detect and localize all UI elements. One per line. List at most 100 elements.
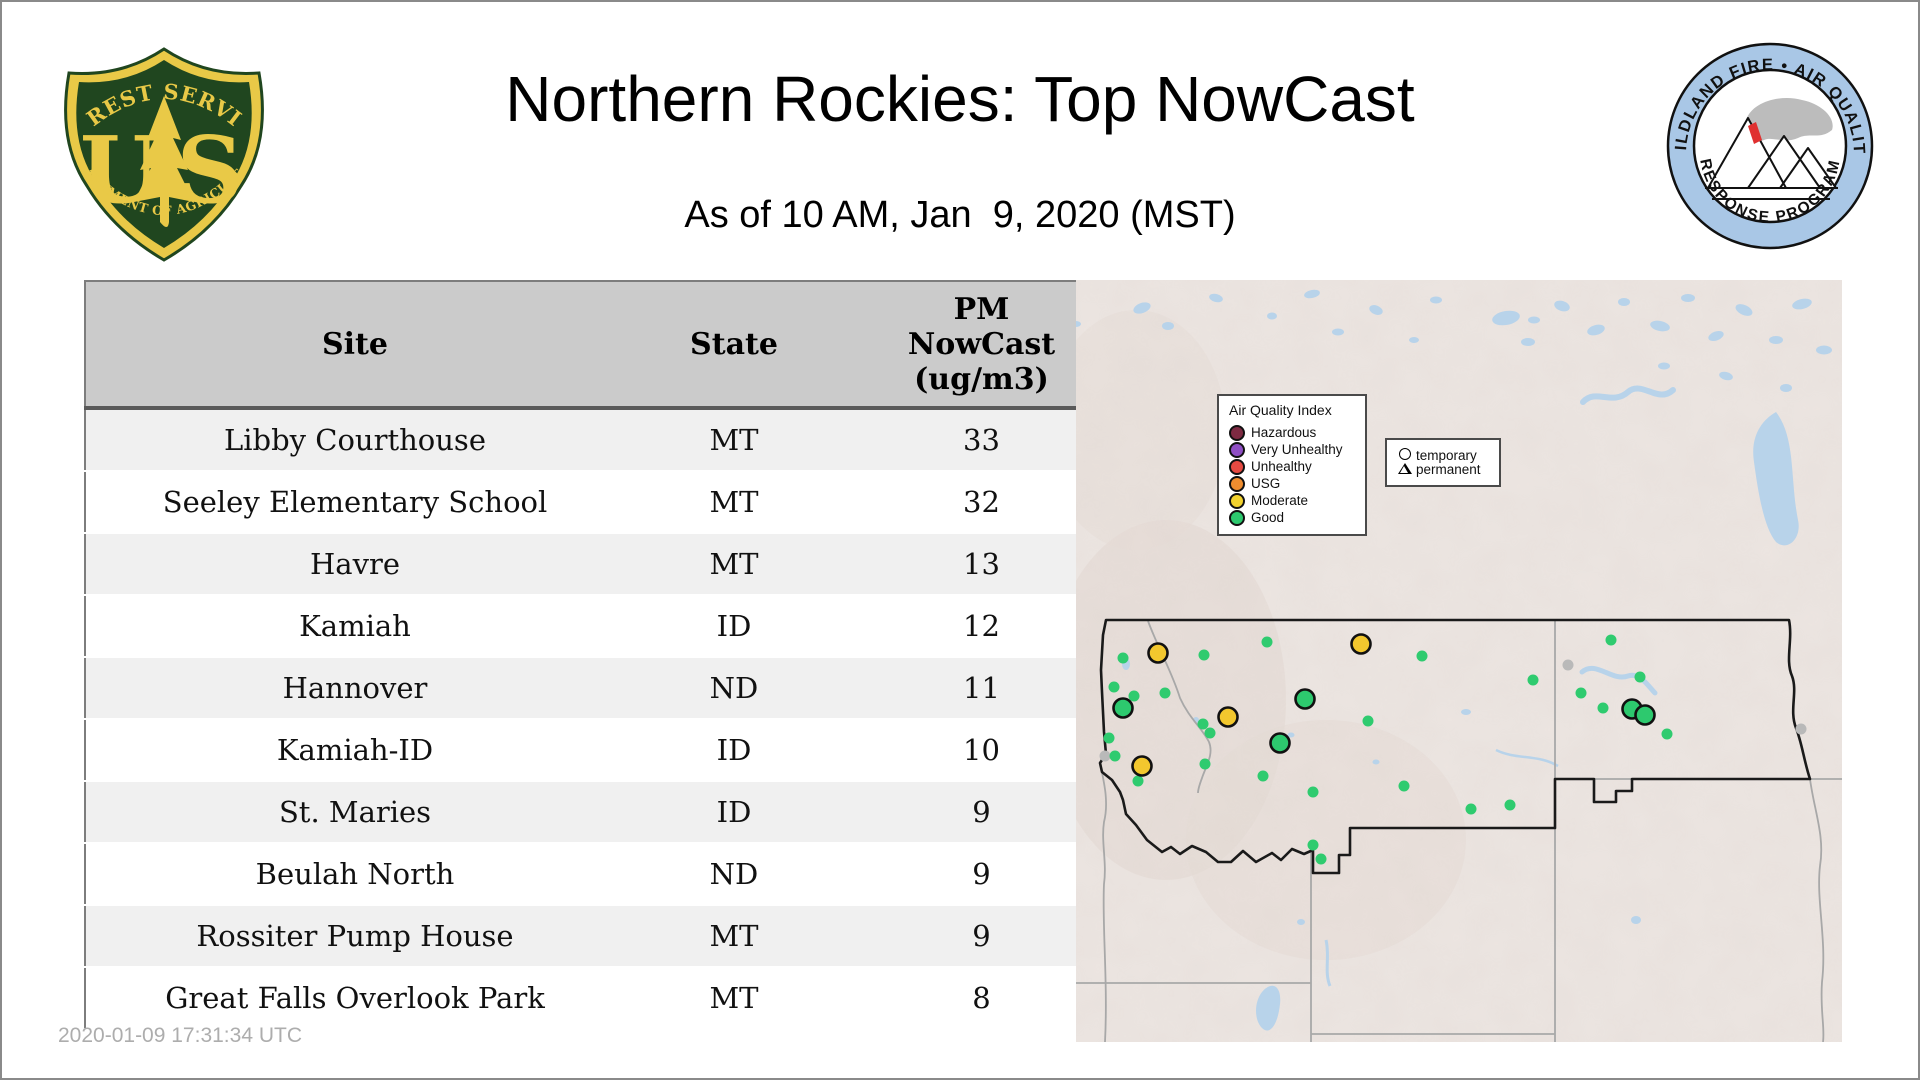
table-row: Beulah North ND 9 bbox=[85, 843, 1120, 906]
monitor-marker bbox=[1605, 634, 1617, 646]
table-cell: St. Maries bbox=[85, 781, 624, 844]
monitor-marker bbox=[1197, 718, 1209, 730]
permanent-triangle-icon bbox=[1397, 463, 1412, 477]
aqi-color-dot bbox=[1229, 475, 1245, 492]
table-cell: Great Falls Overlook Park bbox=[85, 967, 624, 1030]
monitor-type-legend: temporary permanent bbox=[1385, 438, 1501, 487]
table-row: Kamiah-ID ID 10 bbox=[85, 719, 1120, 782]
monitor-marker bbox=[1217, 706, 1239, 728]
map-canvas bbox=[1076, 280, 1842, 1042]
monitor-marker bbox=[1109, 750, 1121, 762]
aqi-legend-item: Very Unhealthy bbox=[1229, 441, 1357, 458]
table-cell: Rossiter Pump House bbox=[85, 905, 624, 968]
table-cell: Libby Courthouse bbox=[85, 408, 624, 472]
table-cell: MT bbox=[624, 967, 844, 1030]
monitor-marker bbox=[1661, 728, 1673, 740]
monitor-marker bbox=[1199, 758, 1211, 770]
aqi-legend-item: Moderate bbox=[1229, 492, 1357, 509]
table-cell: MT bbox=[624, 533, 844, 596]
table-cell: ID bbox=[624, 595, 844, 658]
table-cell: Hannover bbox=[85, 657, 624, 720]
legend-item-temporary: temporary bbox=[1397, 448, 1493, 463]
aqi-color-dot bbox=[1229, 458, 1245, 475]
monitor-marker bbox=[1159, 687, 1171, 699]
temporary-circle-icon bbox=[1397, 448, 1412, 463]
table-row: Kamiah ID 12 bbox=[85, 595, 1120, 658]
monitor-marker bbox=[1795, 723, 1807, 735]
table-cell: ID bbox=[624, 781, 844, 844]
monitor-marker bbox=[1315, 853, 1327, 865]
monitor-marker bbox=[1307, 786, 1319, 798]
table-row: St. Maries ID 9 bbox=[85, 781, 1120, 844]
aqi-legend-title: Air Quality Index bbox=[1229, 402, 1332, 418]
monitor-marker bbox=[1362, 715, 1374, 727]
aqi-legend: Air Quality Index Hazardous Very Unhealth… bbox=[1217, 394, 1367, 536]
aqi-legend-label: Good bbox=[1251, 510, 1285, 525]
aqi-legend-item: Hazardous bbox=[1229, 424, 1357, 441]
table-cell: Havre bbox=[85, 533, 624, 596]
monitor-marker bbox=[1575, 687, 1587, 699]
monitor-marker bbox=[1269, 732, 1291, 754]
table-row: Seeley Elementary School MT 32 bbox=[85, 471, 1120, 534]
monitor-marker bbox=[1131, 755, 1153, 777]
monitor-marker bbox=[1398, 780, 1410, 792]
aqi-color-dot bbox=[1229, 441, 1245, 458]
table-row: Havre MT 13 bbox=[85, 533, 1120, 596]
generated-timestamp: 2020-01-09 17:31:34 UTC bbox=[58, 1024, 302, 1047]
table-cell: Kamiah bbox=[85, 595, 624, 658]
table-row: Hannover ND 11 bbox=[85, 657, 1120, 720]
monitor-marker bbox=[1307, 839, 1319, 851]
nowcast-table: Site State PM NowCast (ug/m3) Libby Courth… bbox=[84, 280, 1121, 1030]
aqi-legend-label: Very Unhealthy bbox=[1251, 442, 1343, 457]
table-cell: MT bbox=[624, 408, 844, 472]
monitor-marker bbox=[1416, 650, 1428, 662]
column-header-site: Site bbox=[85, 281, 624, 410]
table-cell: MT bbox=[624, 905, 844, 968]
monitor-marker bbox=[1108, 681, 1120, 693]
legend-label: temporary bbox=[1416, 447, 1477, 463]
monitor-marker bbox=[1504, 799, 1516, 811]
monitor-marker bbox=[1261, 636, 1273, 648]
aqi-legend-item: Unhealthy bbox=[1229, 458, 1357, 475]
monitor-marker bbox=[1099, 750, 1111, 762]
monitor-marker bbox=[1147, 642, 1169, 664]
report-page: FOREST SERVICE U S DEPARTMENT OF AGRICUL… bbox=[0, 0, 1920, 1080]
monitor-marker bbox=[1597, 702, 1609, 714]
legend-label: permanent bbox=[1416, 462, 1481, 477]
monitor-marker bbox=[1465, 803, 1477, 815]
aqi-legend-label: Hazardous bbox=[1251, 425, 1317, 440]
legend-item-permanent: permanent bbox=[1397, 463, 1493, 477]
monitor-marker bbox=[1198, 649, 1210, 661]
aqi-legend-item: Good bbox=[1229, 509, 1357, 526]
monitor-marker bbox=[1204, 727, 1216, 739]
page-subtitle: As of 10 AM, Jan 9, 2020 (MST) bbox=[684, 194, 1236, 236]
table-cell: Kamiah-ID bbox=[85, 719, 624, 782]
table-row: Libby Courthouse MT 33 bbox=[85, 408, 1120, 472]
monitor-marker bbox=[1634, 671, 1646, 683]
monitor-marker bbox=[1350, 633, 1372, 655]
table-row: Great Falls Overlook Park MT 8 bbox=[85, 967, 1120, 1030]
table-cell: MT bbox=[624, 471, 844, 534]
aqi-legend-item: USG bbox=[1229, 475, 1357, 492]
page-title: Northern Rockies: Top NowCast bbox=[505, 63, 1415, 135]
aqi-color-dot bbox=[1229, 424, 1245, 441]
aqi-legend-label: USG bbox=[1251, 476, 1281, 491]
monitor-marker bbox=[1112, 697, 1134, 719]
table-cell: ID bbox=[624, 719, 844, 782]
monitor-marker bbox=[1294, 688, 1316, 710]
table-cell: ND bbox=[624, 843, 844, 906]
monitor-marker bbox=[1117, 652, 1129, 664]
monitor-marker bbox=[1103, 732, 1115, 744]
monitor-marker bbox=[1128, 690, 1140, 702]
monitor-marker bbox=[1527, 674, 1539, 686]
table-cell: Seeley Elementary School bbox=[85, 471, 624, 534]
table-header-row: Site State PM NowCast (ug/m3) bbox=[85, 281, 1120, 410]
aqi-legend-label: Unhealthy bbox=[1251, 459, 1312, 474]
aqi-color-dot bbox=[1229, 509, 1245, 526]
aqi-legend-label: Moderate bbox=[1251, 493, 1309, 508]
monitor-marker bbox=[1132, 775, 1144, 787]
aqi-color-dot bbox=[1229, 492, 1245, 509]
monitor-marker bbox=[1257, 770, 1269, 782]
aqi-map: Air Quality Index Hazardous Very Unhealth… bbox=[1076, 280, 1842, 1042]
wildland-fire-air-quality-logo: WILDLAND FIRE • AIR QUALITY RESPONSE PRO… bbox=[1660, 34, 1874, 250]
